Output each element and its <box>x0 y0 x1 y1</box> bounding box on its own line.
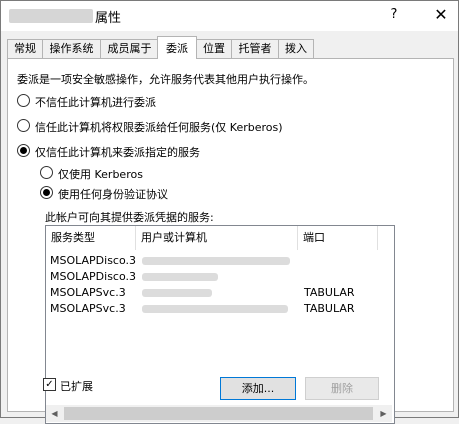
expanded-checkbox[interactable]: ✓ <box>43 378 56 391</box>
cell-port: TABULAR <box>304 286 355 299</box>
cell-service: MSOLAPDisco.3 <box>50 254 137 267</box>
table-row[interactable]: MSOLAPSvc.3 TABULAR <box>46 285 392 301</box>
table-row[interactable]: MSOLAPDisco.3 <box>46 253 392 269</box>
column-user-or-computer[interactable]: 用户或计算机 <box>136 226 298 250</box>
label-kerberos-only: 仅使用 Kerberos <box>58 168 143 181</box>
window-title: 属性 <box>95 11 122 26</box>
help-button[interactable]: ? <box>384 5 404 25</box>
scroll-left-arrow-icon[interactable]: ◀ <box>46 405 63 422</box>
horizontal-scrollbar[interactable]: ◀ ▶ <box>46 405 392 422</box>
table-row[interactable]: MSOLAPSvc.3 TABULAR <box>46 301 392 317</box>
cell-user-redacted <box>142 305 288 313</box>
column-port[interactable]: 端口 <box>298 226 378 250</box>
cell-user-redacted <box>142 257 290 265</box>
tab-managed-by[interactable]: 托管者 <box>231 39 279 58</box>
properties-dialog: 属性 ? ✕ 常规 操作系统 成员属于 委派 位置 托管者 拨入 委派是一项安全… <box>0 0 459 424</box>
cell-service: MSOLAPSvc.3 <box>50 286 126 299</box>
remove-button[interactable]: 删除 <box>305 377 379 400</box>
scroll-thumb[interactable] <box>64 407 373 420</box>
scroll-right-arrow-icon[interactable]: ▶ <box>375 405 392 422</box>
radio-trust-any[interactable] <box>17 119 30 132</box>
delegation-description: 委派是一项安全敏感操作，允许服务代表其他用户执行操作。 <box>17 73 314 86</box>
radio-kerberos-only[interactable] <box>40 166 53 179</box>
column-service-type[interactable]: 服务类型 <box>46 226 136 250</box>
cell-user-redacted <box>142 273 218 281</box>
radio-trust-specified[interactable] <box>17 144 30 157</box>
label-trust-specified: 仅信任此计算机来委派指定的服务 <box>35 146 200 159</box>
close-button[interactable]: ✕ <box>431 5 451 25</box>
expanded-label: 已扩展 <box>60 380 93 393</box>
add-button[interactable]: 添加... <box>220 377 296 400</box>
services-label: 此帐户可向其提供委派凭据的服务: <box>45 211 214 224</box>
title-redacted-name <box>9 9 93 23</box>
label-trust-any: 信任此计算机将权限委派给任何服务(仅 Kerberos) <box>35 121 283 134</box>
tab-location[interactable]: 位置 <box>196 39 232 58</box>
label-no-trust: 不信任此计算机进行委派 <box>35 96 156 109</box>
table-row[interactable]: MSOLAPDisco.3 <box>46 269 392 285</box>
radio-no-trust[interactable] <box>17 94 30 107</box>
tab-dial-in[interactable]: 拨入 <box>278 39 314 58</box>
tab-delegation[interactable]: 委派 <box>157 36 197 59</box>
tab-general[interactable]: 常规 <box>7 39 43 58</box>
label-any-protocol: 使用任何身份验证协议 <box>58 188 168 201</box>
cell-service: MSOLAPSvc.3 <box>50 302 126 315</box>
tab-member-of[interactable]: 成员属于 <box>100 39 159 58</box>
tab-os[interactable]: 操作系统 <box>42 39 101 58</box>
cell-port: TABULAR <box>304 302 355 315</box>
radio-any-protocol[interactable] <box>40 186 53 199</box>
cell-user-redacted <box>142 289 212 297</box>
delegation-panel: 委派是一项安全敏感操作，允许服务代表其他用户执行操作。 不信任此计算机进行委派 … <box>7 58 454 424</box>
title-bar: 属性 ? ✕ <box>1 1 458 31</box>
cell-service: MSOLAPDisco.3 <box>50 270 137 283</box>
